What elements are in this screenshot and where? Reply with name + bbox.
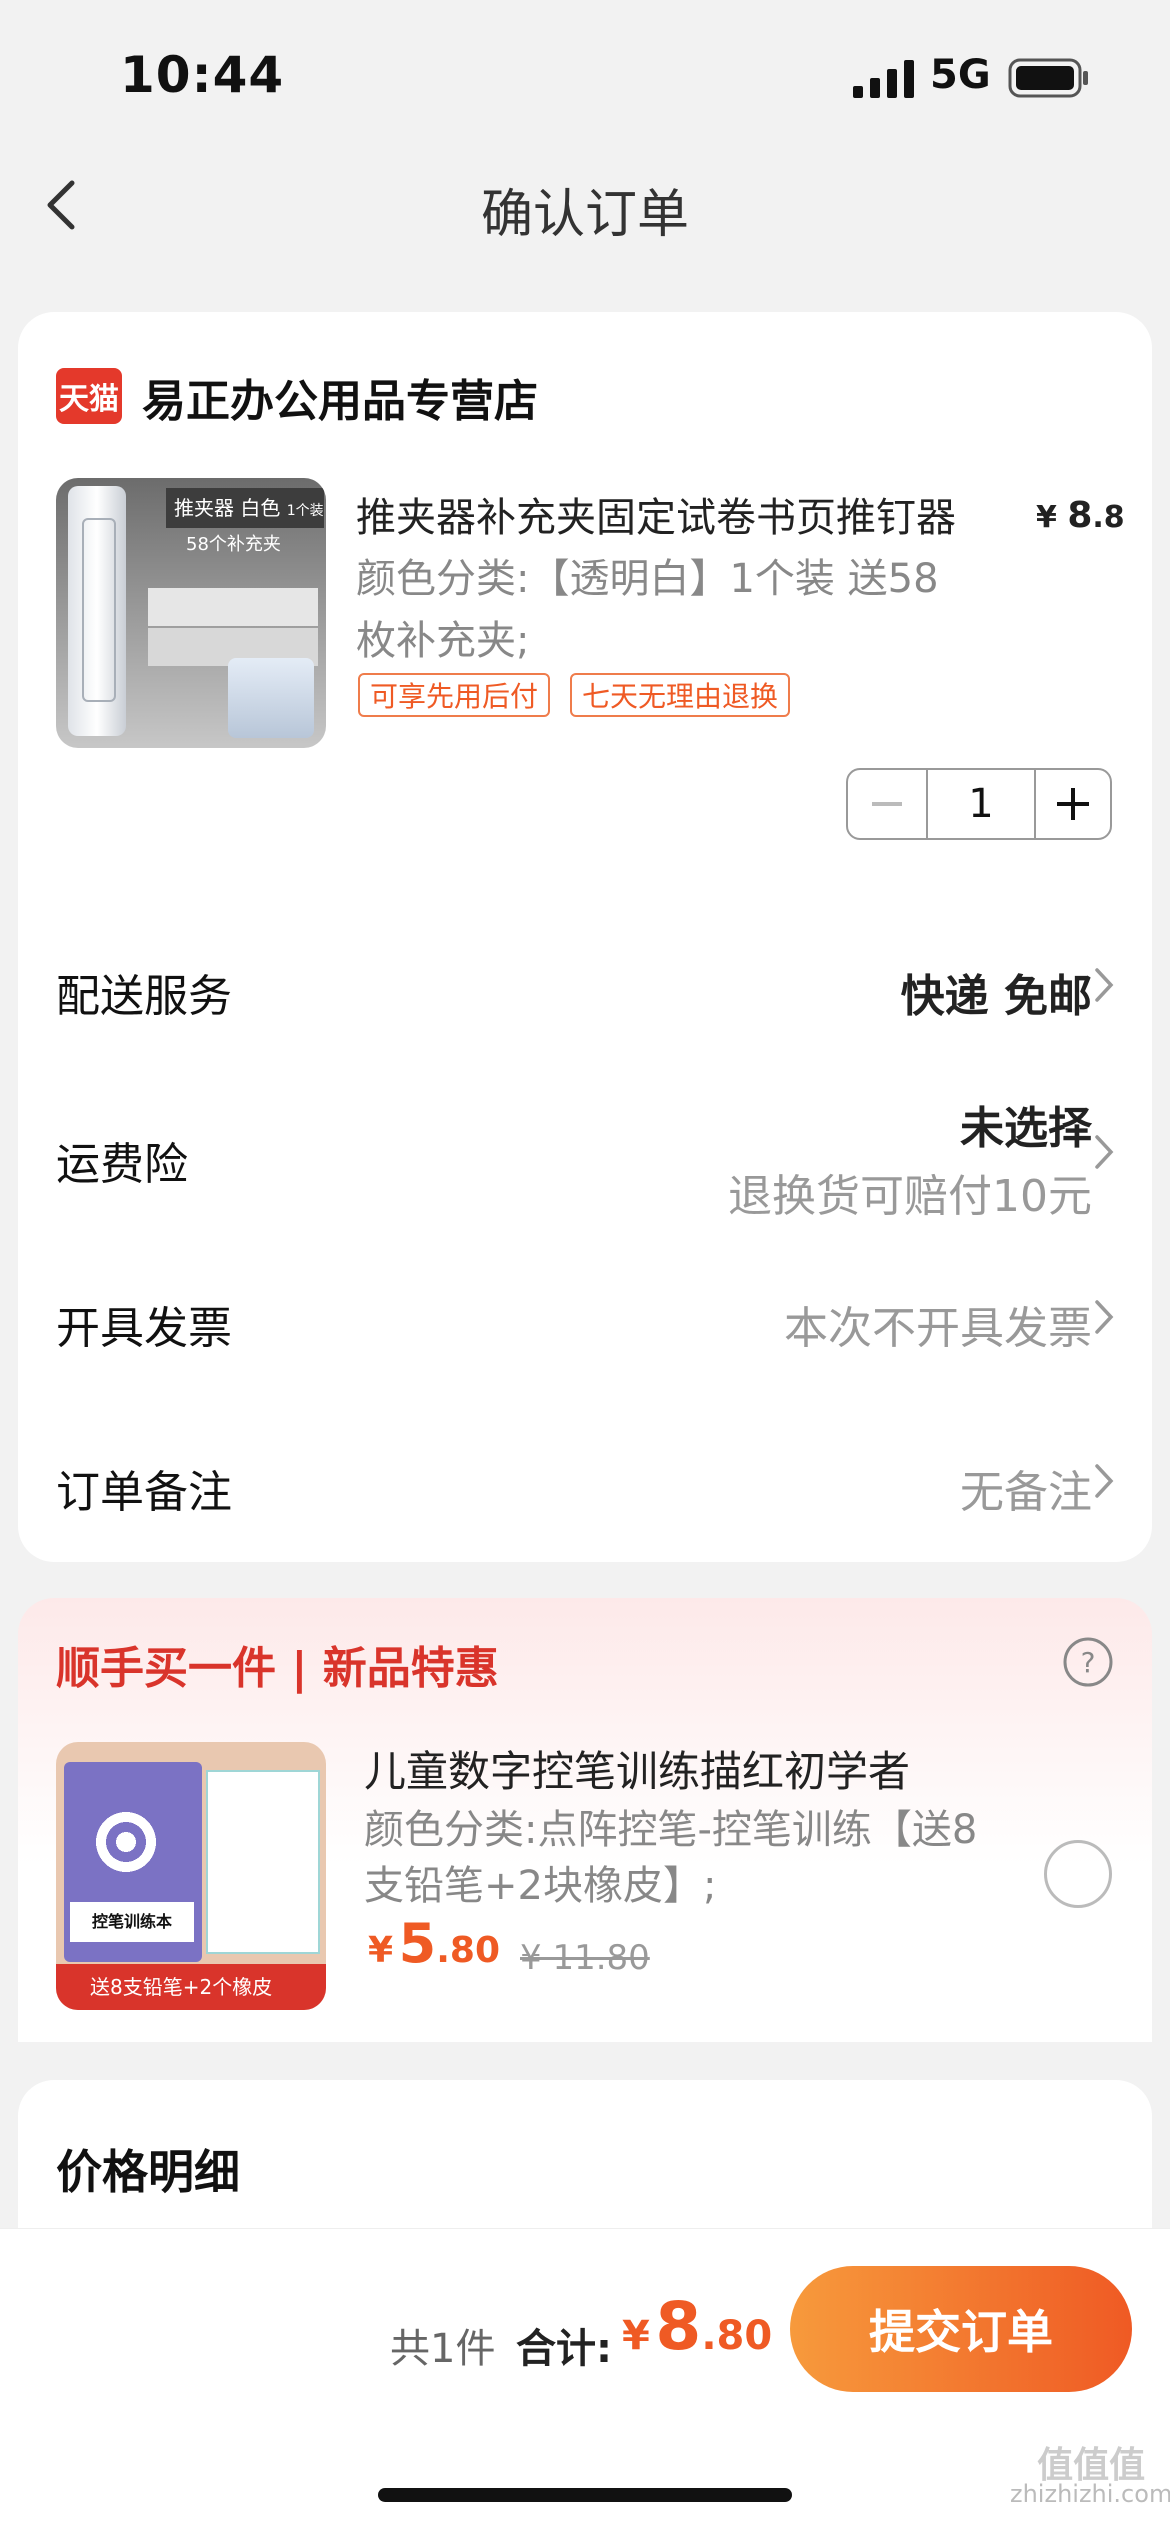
decrement-button[interactable] xyxy=(848,770,928,838)
promo-old-price: ¥ 11.80 xyxy=(520,1938,650,1978)
quantity-stepper: 1 xyxy=(846,768,1112,840)
network-label: 5G xyxy=(930,52,991,98)
product-price: ¥ 8.8 xyxy=(1036,495,1125,536)
chevron-right-icon xyxy=(1095,1135,1114,1169)
minus-icon xyxy=(872,802,902,806)
total-label: 合计: xyxy=(516,2326,612,2372)
insurance-sub: 退换货可赔付10元 xyxy=(728,1171,1092,1222)
battery-icon xyxy=(1008,58,1088,98)
note-label: 订单备注 xyxy=(56,1467,232,1518)
watermark: 值值值 zhizhizhi.com xyxy=(1010,2445,1170,2509)
page-title: 确认订单 xyxy=(480,185,689,245)
product-image-sub: 58个补充夹 xyxy=(186,534,281,555)
delivery-label: 配送服务 xyxy=(56,971,232,1022)
svg-text:?: ? xyxy=(1081,1646,1096,1679)
price-detail-title: 价格明细 xyxy=(56,2145,240,2199)
promo-product-name[interactable]: 儿童数字控笔训练描红初学者 xyxy=(364,1738,910,1799)
submit-order-button[interactable]: 提交订单 xyxy=(790,2266,1132,2392)
help-icon[interactable]: ? xyxy=(1062,1636,1114,1688)
delivery-value[interactable]: 快递 免邮 xyxy=(901,960,1092,1024)
note-value[interactable]: 无备注 xyxy=(960,1456,1092,1520)
promo-select-radio[interactable] xyxy=(1044,1840,1112,1908)
promo-image-book-title: 控笔训练本 xyxy=(70,1902,194,1942)
chevron-right-icon xyxy=(1095,1464,1114,1498)
invoice-value[interactable]: 本次不开具发票 xyxy=(784,1292,1092,1356)
status-time: 10:44 xyxy=(120,46,285,104)
promo-image-banner: 送8支铅笔+2个橡皮 xyxy=(56,1964,326,2010)
promo-price: ¥ 5.80 xyxy=(368,1912,500,1975)
store-name[interactable]: 易正办公用品专营店 xyxy=(142,365,538,429)
insurance-label: 运费险 xyxy=(56,1139,188,1190)
quantity-field[interactable]: 1 xyxy=(928,770,1036,838)
tag-seven-day-return: 七天无理由退换 xyxy=(570,673,791,717)
promo-product-spec: 颜色分类:点阵控笔-控笔训练【送8支铅笔+2块橡皮】; xyxy=(364,1807,978,1909)
item-count: 共1件 xyxy=(390,2326,496,2372)
invoice-label: 开具发票 xyxy=(56,1303,232,1354)
tag-pay-later: 可享先用后付 xyxy=(358,673,551,717)
promo-title: 顺手买一件 | 新品特惠 xyxy=(56,1643,499,1694)
product-image-caption: 推夹器 白色 1个装 xyxy=(166,488,324,528)
chevron-right-icon xyxy=(1095,968,1114,1002)
increment-button[interactable] xyxy=(1036,770,1110,838)
tmall-badge: 天猫 xyxy=(56,368,122,424)
promo-product-image[interactable]: 控笔训练本 送8支铅笔+2个橡皮 xyxy=(56,1742,326,2010)
insurance-value[interactable]: 未选择 xyxy=(960,1092,1092,1156)
total-price: ¥ 8.80 xyxy=(622,2288,773,2365)
signal-icon xyxy=(853,60,914,98)
product-image[interactable]: 推夹器 白色 1个装 58个补充夹 xyxy=(56,478,326,748)
plus-icon xyxy=(1057,788,1089,820)
product-spec[interactable]: 颜色分类:【透明白】1个装 送58枚补充夹; xyxy=(356,548,976,672)
home-indicator[interactable] xyxy=(378,2488,792,2502)
product-title[interactable]: 推夹器补充夹固定试卷书页推钉器 xyxy=(356,485,956,543)
chevron-right-icon xyxy=(1095,1300,1114,1334)
